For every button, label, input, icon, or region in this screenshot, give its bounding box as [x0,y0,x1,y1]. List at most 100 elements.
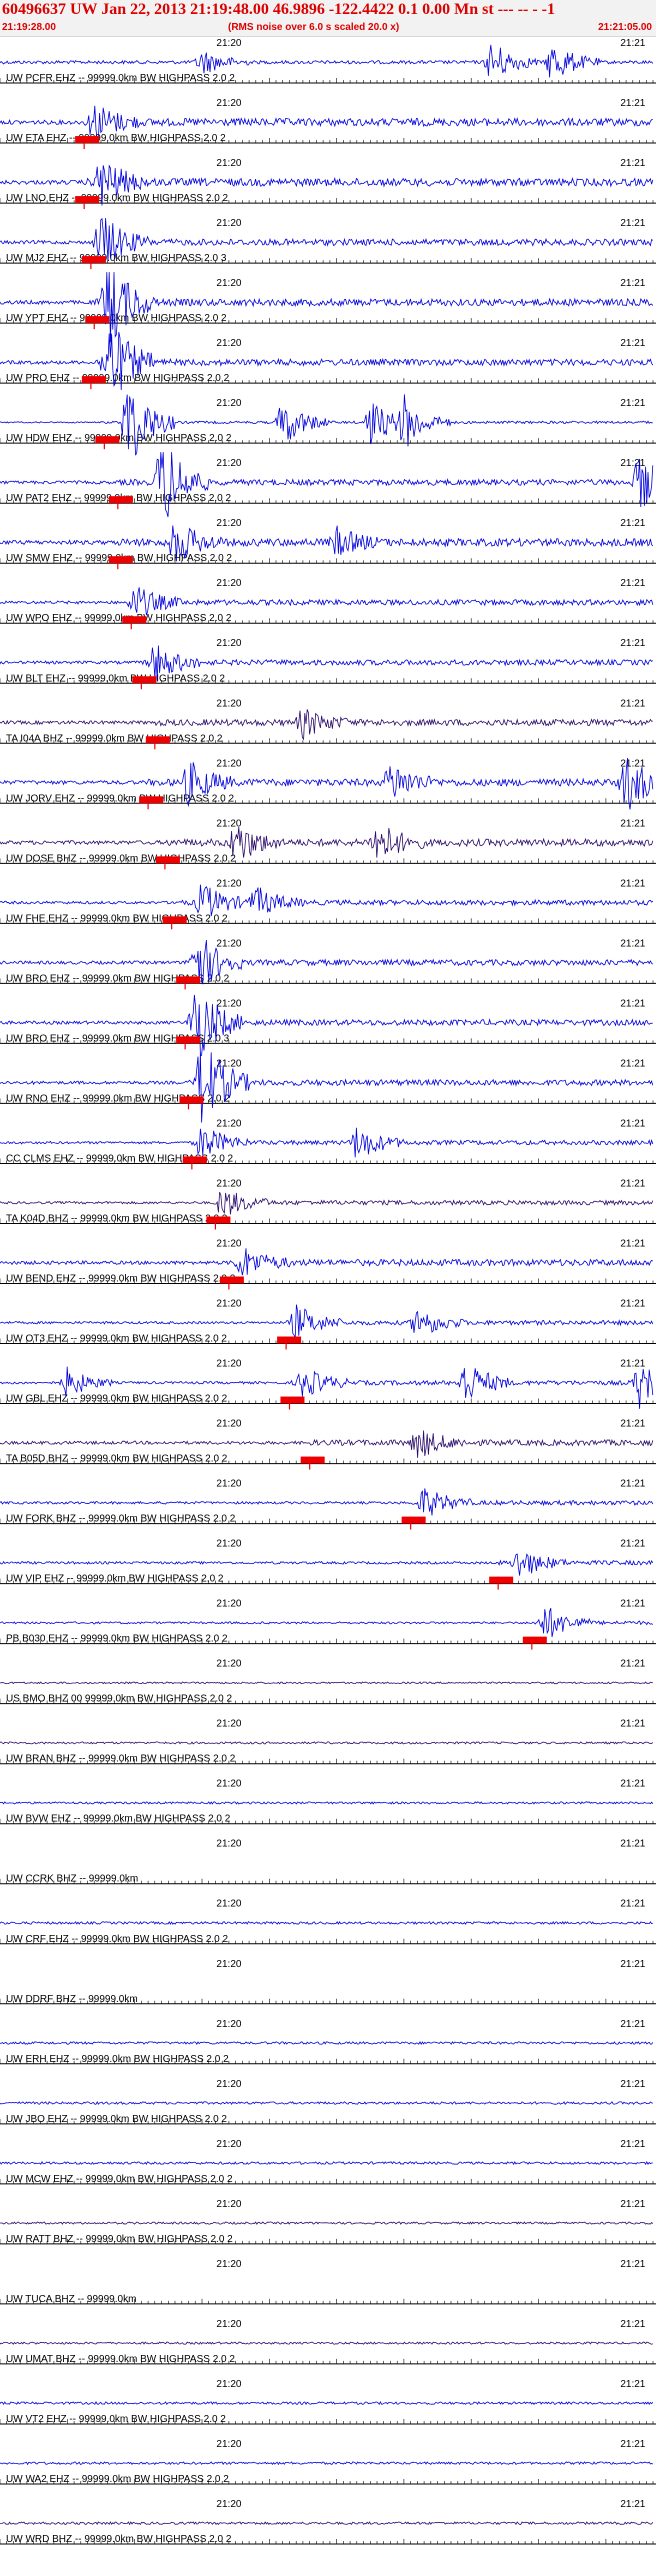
time-tick-label: 21:20 [216,1118,241,1129]
pick-flag [182,1156,207,1164]
time-tick-label: 21:21 [620,98,645,109]
trace-row: 21:20 21:21 UW CCRK BHZ -- 99999.0km [0,1839,656,1885]
time-tick-label: 21:21 [620,1659,645,1670]
time-tick-label: 21:20 [216,1299,241,1310]
time-tick-label: 21:20 [216,1479,241,1490]
time-tick-label: 21:20 [216,2079,241,2090]
waveform-trace [0,884,654,917]
trace-row: 21:20 21:21 UW DDRF BHZ -- 99999.0km [0,1959,656,2005]
pick-flag [108,496,133,504]
waveform-trace [0,1052,654,1123]
time-tick-label: 21:21 [620,698,645,709]
time-tick-label: 21:21 [620,2499,645,2510]
station-label: UW FHE EHZ -- 99999.0km BW HIGHPASS 2.0 … [6,913,228,924]
pick-flag [219,1276,244,1284]
rms-note: (RMS noise over 6.0 s scaled 20.0 x) [228,22,400,33]
trace-row: 21:20 21:21 UW WA2 EHZ -- 99999.0km BW HIG… [0,2439,656,2485]
station-label: UW VT2 EHZ -- 99999.0km BW HIGHPASS 2.0 … [6,2414,226,2425]
waveform-trace [0,2341,653,2345]
pick-flag [162,916,187,924]
waveform-trace [0,2221,654,2225]
time-tick-label: 21:21 [620,2019,645,2030]
time-tick-label: 21:21 [620,458,645,469]
trace-row: 21:20 21:21 UW PCFR EHZ -- 99999.0km BW HI… [0,38,656,84]
time-tick-label: 21:20 [216,638,241,649]
time-tick-label: 21:20 [216,998,241,1009]
pick-flag [155,856,180,864]
trace-row: 21:20 21:21 UW FORK BHZ -- 99999.0km BW HI… [0,1479,656,1530]
trace-row: 21:20 21:21 UW FHE EHZ -- 99999.0km BW HIG… [0,878,656,930]
time-tick-label: 21:21 [620,878,645,889]
station-label: UW WRD BHZ -- 99999.0km BW HIGHPASS 2.0 … [6,2534,232,2545]
station-label: TA I04A BHZ -- 99999.0km BW HIGHPASS 2.0… [6,733,223,744]
time-tick-label: 21:21 [620,2139,645,2150]
trace-row: 21:20 21:21 UW TUCA BHZ -- 99999.0km [0,2259,656,2305]
trace-row: 21:20 21:21 UW VIP EHZ -- 99999.0km BW HIG… [0,1539,656,1590]
pick-flag [489,1576,514,1584]
station-label: US BMO BHZ 00 99999.0km BW HIGHPASS 2.0 … [6,1694,232,1705]
pick-flag [300,1456,325,1464]
time-tick-label: 21:20 [216,2379,241,2390]
time-tick-label: 21:21 [620,998,645,1009]
time-tick-label: 21:20 [216,1719,241,1730]
time-tick-label: 21:21 [620,1479,645,1490]
time-tick-label: 21:20 [216,2439,241,2450]
pick-flag [81,376,106,384]
pick-flag [522,1636,547,1644]
trace-row: 21:20 21:21 TA I04A BHZ -- 99999.0km BW HI… [0,698,656,750]
trace-row: 21:20 21:21 TA K04D BHZ -- 99999.0km BW HI… [0,1178,656,1230]
time-tick-label: 21:20 [216,458,241,469]
trace-row: 21:20 21:21 UW GBL EHZ -- 99999.0km BW HIG… [0,1359,656,1410]
waveform-trace [0,994,653,1057]
waveform-trace [0,2041,654,2046]
time-tick-label: 21:20 [216,1659,241,1670]
station-label: UW DOSE BHZ -- 99999.0km BW HIGHPASS 2.0… [6,853,236,864]
station-label: UW CCRK BHZ -- 99999.0km [6,1874,138,1885]
trace-row: 21:20 21:21 UW OT3 EHZ -- 99999.0km BW HIG… [0,1299,656,1350]
time-tick-label: 21:20 [216,98,241,109]
time-tick-label: 21:21 [620,1959,645,1970]
station-label: UW FORK BHZ -- 99999.0km BW HIGHPASS 2.0… [6,1514,236,1525]
pick-flag [176,1036,201,1044]
station-label: UW GBL EHZ -- 99999.0km BW HIGHPASS 2.0 … [6,1394,228,1405]
pick-flag [280,1396,305,1404]
trace-row: 21:20 21:21 UW YPT EHZ -- 99999.0km BW HIG… [0,272,656,343]
trace-row: 21:20 21:21 UW BEND EHZ -- 99999.0km BW HI… [0,1238,656,1290]
pick-flag [122,616,147,624]
pick-flag [139,796,164,804]
trace-row: 21:20 21:21 UW MJ2 EHZ -- 99999.0km BW HIG… [0,217,656,270]
trace-row: 21:20 21:21UW JORV EHZ -- 99999.0km BW HI… [0,757,656,810]
time-tick-label: 21:20 [216,2499,241,2510]
time-tick-label: 21:21 [620,1839,645,1850]
time-tick-label: 21:21 [620,1118,645,1129]
trace-row: 21:20 21:21 UW RATT BHZ -- 99999.0km BW HI… [0,2199,656,2245]
pick-flag [132,676,157,684]
time-tick-label: 21:21 [620,1419,645,1430]
time-tick-label: 21:20 [216,1178,241,1189]
time-tick-label: 21:21 [620,818,645,829]
waveform-trace [0,217,654,261]
time-tick-label: 21:21 [620,1238,645,1249]
trace-row: 21:20 21:21UW BRO EHZ -- 99999.0km BW HIG… [0,938,656,990]
waveform-trace [0,1192,654,1215]
waveform-trace [0,2160,653,2166]
time-tick-label: 21:21 [620,1779,645,1790]
time-tick-label: 21:21 [620,1899,645,1910]
time-tick-label: 21:20 [216,878,241,889]
station-label: UW ERH EHZ -- 99999.0km BW HIGHPASS 2.0 … [6,2054,229,2065]
waveform-trace [0,1681,653,1685]
pick-flag [145,736,170,744]
station-label: UW WA2 EHZ -- 99999.0km BW HIGHPASS 2.0 … [6,2474,229,2485]
station-label: UW ETA EHZ -- 99999.0km BW HIGHPASS 2.0 … [6,133,226,144]
time-tick-label: 21:20 [216,278,241,289]
time-tick-label: 21:21 [620,2379,645,2390]
time-tick-label: 21:20 [216,938,241,949]
station-label: UW WPO EHZ -- 99999.0km BW HIGHPASS 2.0 … [6,613,232,624]
time-tick-label: 21:21 [620,938,645,949]
time-tick-label: 21:21 [620,1359,645,1370]
trace-row: 21:20 21:21 UW DOSE BHZ -- 99999.0km BW HI… [0,818,656,870]
waveform-trace [0,1920,653,1925]
waveform-trace [0,2521,654,2526]
time-tick-label: 21:21 [620,578,645,589]
time-tick-label: 21:20 [216,578,241,589]
